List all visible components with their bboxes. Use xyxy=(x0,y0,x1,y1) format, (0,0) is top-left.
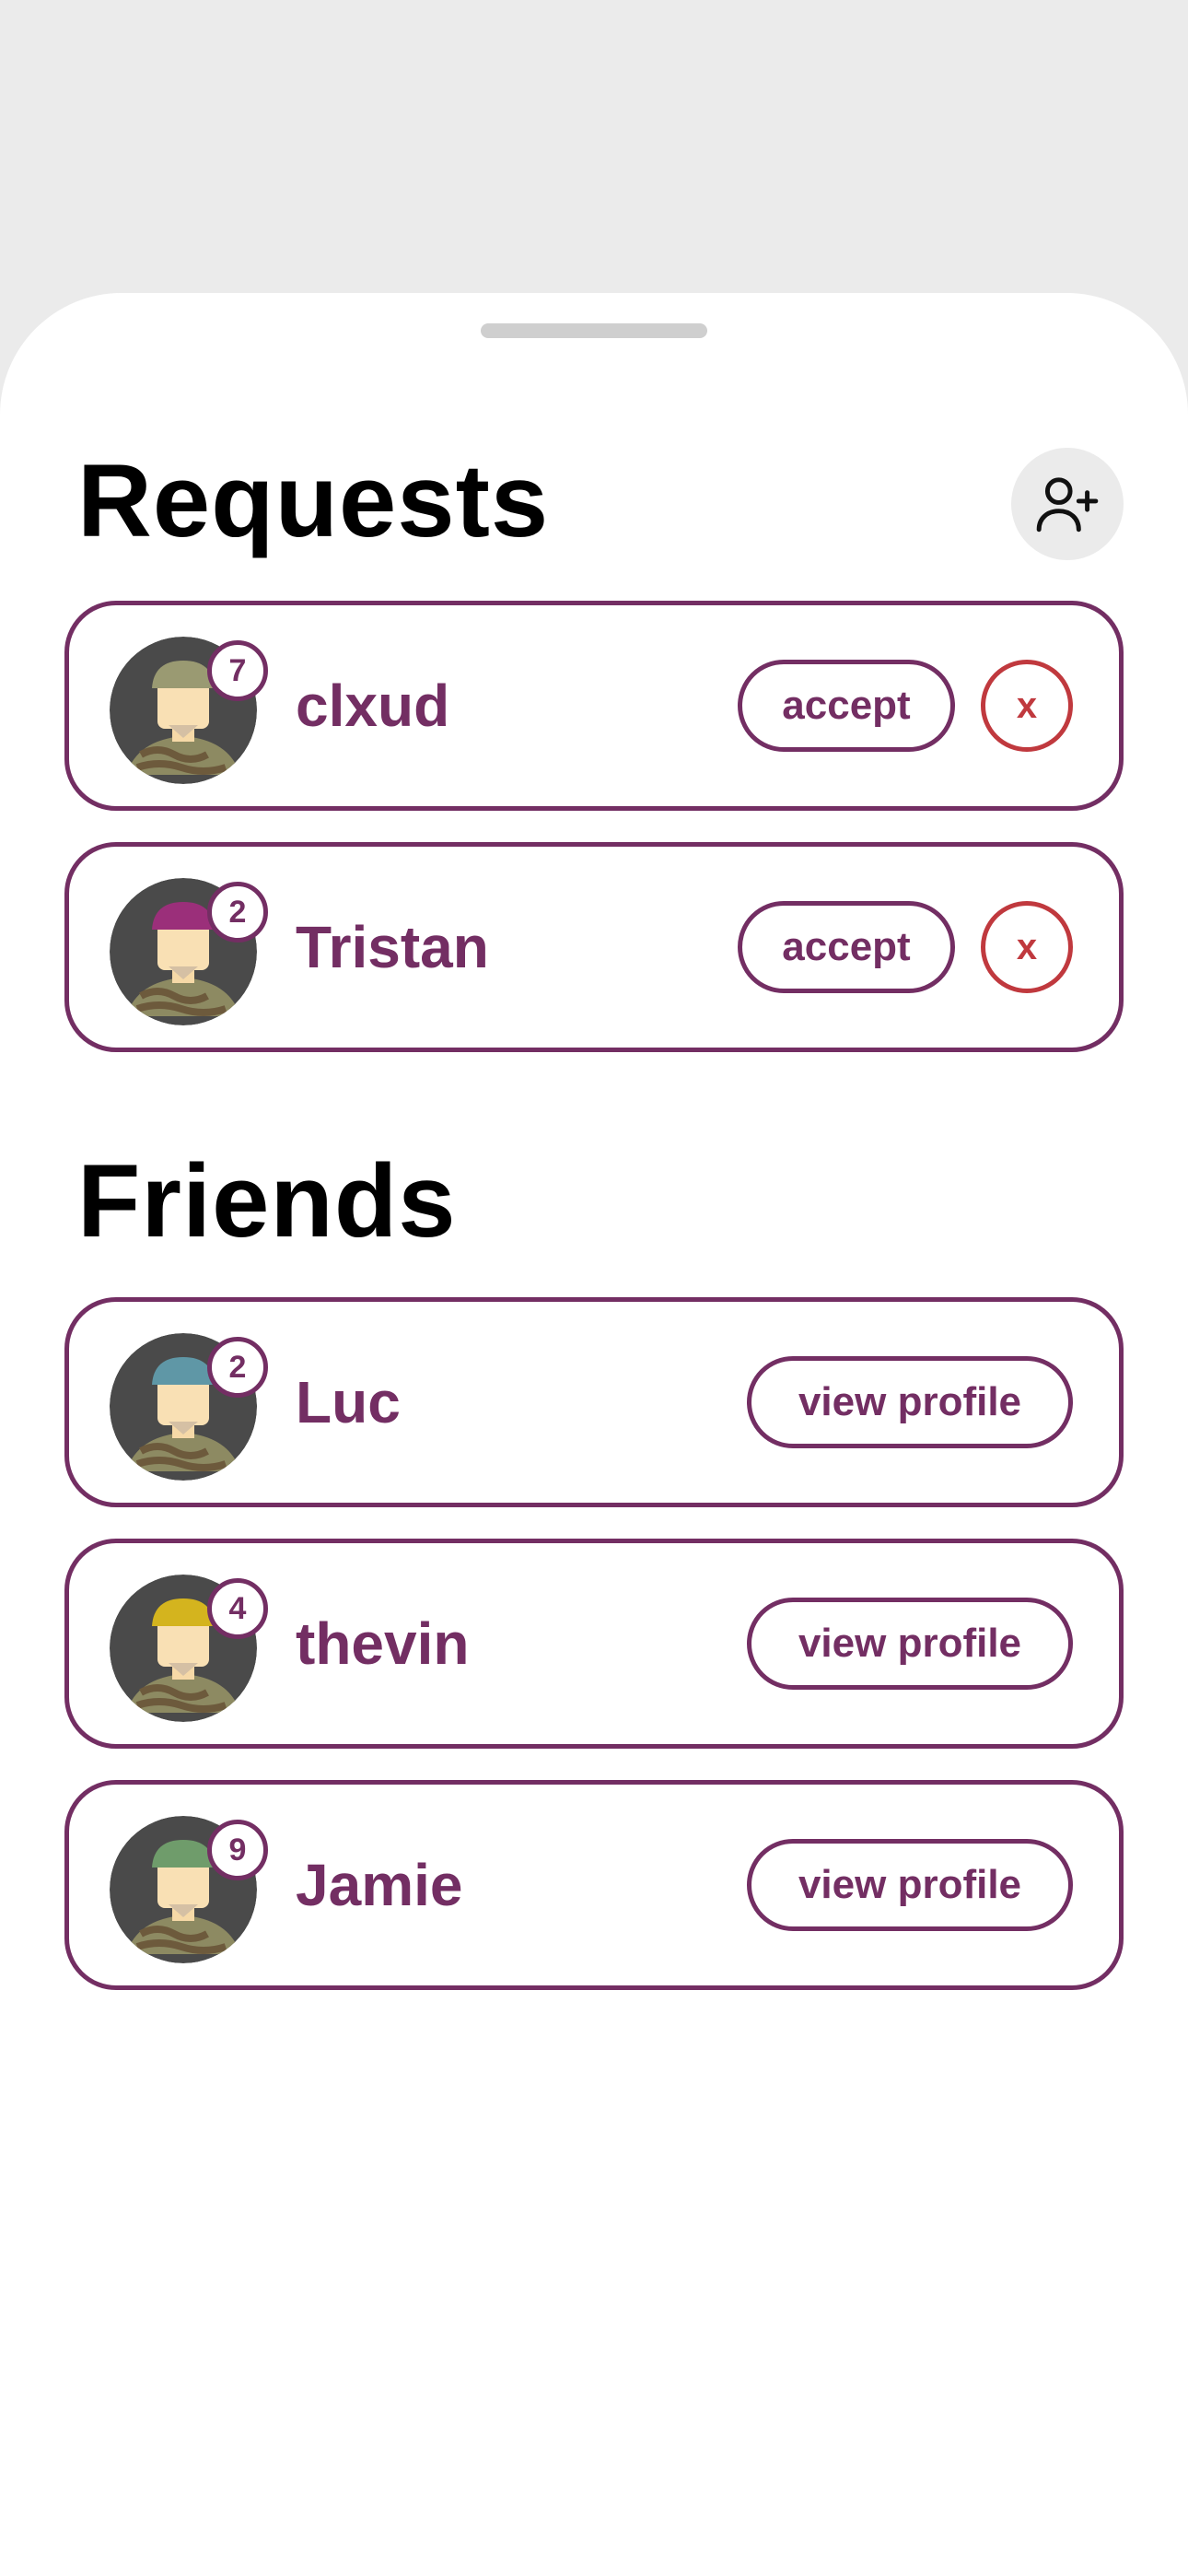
friend-card: 4 thevin view profile xyxy=(64,1539,1124,1749)
view-profile-button[interactable]: view profile xyxy=(747,1356,1073,1448)
level-badge: 9 xyxy=(207,1820,268,1880)
friend-card: 2 Luc view profile xyxy=(64,1297,1124,1507)
request-username: clxud xyxy=(296,673,450,739)
request-username: Tristan xyxy=(296,914,489,980)
add-user-icon xyxy=(1036,477,1099,533)
friend-username: thevin xyxy=(296,1610,470,1677)
level-badge: 7 xyxy=(207,640,268,701)
level-badge: 4 xyxy=(207,1578,268,1639)
accept-button[interactable]: accept xyxy=(738,901,955,993)
accept-button[interactable]: accept xyxy=(738,660,955,752)
decline-button[interactable]: x xyxy=(981,901,1073,993)
friend-username: Luc xyxy=(296,1369,401,1435)
sheet-grabber-handle[interactable] xyxy=(481,323,707,338)
add-friend-button[interactable] xyxy=(1011,448,1124,560)
bottom-sheet: Requests 7 clxud accept x 2 Tristan acce… xyxy=(0,293,1188,2576)
view-profile-button[interactable]: view profile xyxy=(747,1839,1073,1931)
level-badge: 2 xyxy=(207,1337,268,1398)
view-profile-button[interactable]: view profile xyxy=(747,1598,1073,1690)
requests-title: Requests xyxy=(77,443,550,558)
friend-username: Jamie xyxy=(296,1852,463,1918)
decline-button[interactable]: x xyxy=(981,660,1073,752)
request-card: 2 Tristan accept x xyxy=(64,842,1124,1052)
level-badge: 2 xyxy=(207,882,268,943)
request-card: 7 clxud accept x xyxy=(64,601,1124,811)
friend-card: 9 Jamie view profile xyxy=(64,1780,1124,1990)
friends-title: Friends xyxy=(77,1143,457,1259)
